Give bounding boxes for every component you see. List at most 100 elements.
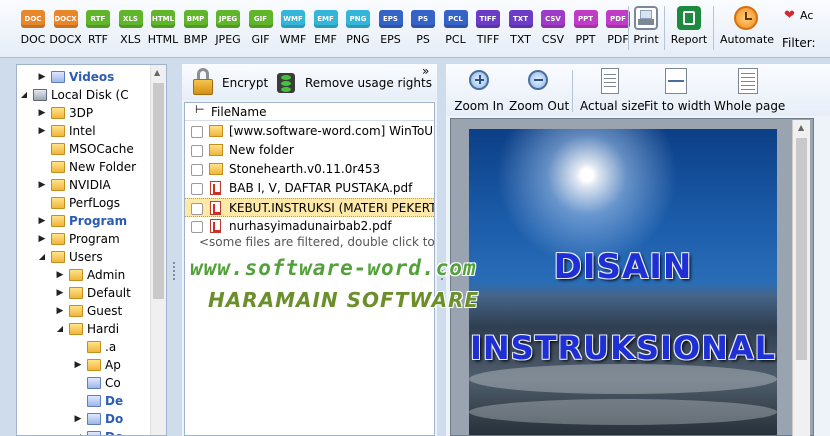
file-row[interactable]: [www.software-word.com] WinToUSB: [185, 122, 434, 141]
expand-arrow-icon[interactable]: ▶: [55, 266, 65, 284]
tree-item[interactable]: ▶ Guest: [17, 302, 166, 320]
tree-item[interactable]: New Folder: [17, 158, 166, 176]
tree-item-label: Program: [69, 232, 120, 246]
tree-scrollbar-thumb[interactable]: [153, 83, 164, 299]
preview-scrollbar-thumb[interactable]: [796, 138, 807, 360]
print-button[interactable]: Print: [632, 6, 660, 46]
fit-to-width-button[interactable]: Fit to width: [644, 68, 711, 113]
encrypt-button[interactable]: Encrypt: [190, 68, 268, 98]
document-preview[interactable]: DISAIN INSTRUKSIONAL: [450, 118, 814, 436]
scroll-up-arrow-icon[interactable]: ▲: [154, 68, 160, 77]
folder-icon: [69, 287, 83, 299]
file-row[interactable]: Stonehearth.v0.11.0r453: [185, 160, 434, 179]
tree-item[interactable]: ◢ Users: [17, 248, 166, 266]
tree-item[interactable]: ▶ NVIDIA: [17, 176, 166, 194]
whole-page-icon: [734, 68, 762, 96]
file-row[interactable]: nurhasyimadunairbab2.pdf: [185, 217, 434, 236]
tree-item[interactable]: ◢ Hardi: [17, 320, 166, 338]
filter-label: Filter:: [782, 36, 816, 50]
tree-item[interactable]: ▶ Program: [17, 212, 166, 230]
zoom-out-label: Zoom Out: [509, 99, 570, 113]
tree-item[interactable]: ▶ Ap: [17, 356, 166, 374]
remove-usage-rights-button[interactable]: Remove usage rights: [272, 68, 432, 98]
tree-item[interactable]: ▶ Do: [17, 410, 166, 428]
html-file-icon: HTML: [151, 10, 175, 28]
tree-item-label: MSOCache: [69, 142, 134, 156]
filename-header-label: FileName: [211, 105, 267, 119]
file-row[interactable]: New folder: [185, 141, 434, 160]
tree-item-label: Guest: [87, 304, 123, 318]
expand-arrow-icon[interactable]: ▶: [37, 104, 47, 122]
zoom-in-button[interactable]: Zoom In: [454, 68, 504, 113]
collapse-arrow-icon[interactable]: ◢: [55, 320, 65, 338]
tree-item[interactable]: ▶ Videos: [17, 68, 166, 86]
expand-arrow-icon[interactable]: ▶: [37, 212, 47, 230]
file-checkbox[interactable]: [191, 126, 203, 138]
format-button-pdf[interactable]: PDF PDF: [602, 10, 634, 46]
automate-label: Automate: [720, 33, 775, 46]
expand-arrow-icon[interactable]: ▶: [37, 122, 47, 140]
filename-column-header[interactable]: ⊢ FileName: [185, 103, 434, 121]
txt-file-icon: TXT: [508, 10, 533, 28]
tree-item-label: New Folder: [69, 160, 137, 174]
collapse-arrow-icon[interactable]: ◢: [73, 428, 83, 435]
tree-item[interactable]: PerfLogs: [17, 194, 166, 212]
tree-item[interactable]: ▶ Intel: [17, 122, 166, 140]
file-checkbox[interactable]: [191, 145, 203, 157]
expand-arrow-icon[interactable]: ▶: [37, 68, 47, 86]
zoom-out-button[interactable]: Zoom Out: [509, 68, 570, 113]
tiff-file-icon: TIFF: [476, 10, 500, 28]
collapse-arrow-icon[interactable]: ◢: [37, 248, 47, 266]
folder-icon: [87, 377, 101, 389]
filtered-files-note[interactable]: <some files are filtered, double click t…: [199, 235, 434, 249]
document-title-line-2: INSTRUKSIONAL: [469, 329, 777, 367]
tree-item[interactable]: MSOCache: [17, 140, 166, 158]
file-checkbox[interactable]: [191, 221, 203, 233]
collapse-arrow-icon[interactable]: ◢: [19, 86, 29, 104]
file-row[interactable]: KEBUT.INSTRUKSI (MATERI PEKERTI: [185, 198, 434, 217]
left-splitter[interactable]: [172, 260, 176, 282]
folder-icon: [69, 269, 83, 281]
tree-item[interactable]: De: [17, 392, 166, 410]
file-checkbox[interactable]: [191, 203, 203, 215]
page-icon: [596, 68, 624, 96]
jpeg-file-icon: JPEG: [216, 10, 240, 28]
tree-item[interactable]: ◢ Local Disk (C: [17, 86, 166, 104]
tree-item[interactable]: ▶ Program: [17, 230, 166, 248]
folder-icon: [51, 233, 65, 245]
folder-icon: [51, 107, 65, 119]
tree-item[interactable]: ▶ Admin: [17, 266, 166, 284]
tree-item[interactable]: .a: [17, 338, 166, 356]
file-name: Stonehearth.v0.11.0r453: [229, 162, 381, 176]
report-button[interactable]: Report: [670, 6, 708, 46]
tree-item-label: Hardi: [87, 322, 120, 336]
scroll-up-arrow-icon[interactable]: ▲: [798, 123, 804, 132]
watermark-url: www.software-word.com: [190, 256, 477, 280]
tree-item[interactable]: ▶ Default: [17, 284, 166, 302]
more-chevron-icon[interactable]: »: [422, 64, 429, 78]
expand-arrow-icon[interactable]: ▶: [37, 176, 47, 194]
heart-icon: ❤: [784, 8, 795, 23]
expand-arrow-icon[interactable]: ▶: [37, 230, 47, 248]
tree-item[interactable]: Co: [17, 374, 166, 392]
folder-tree[interactable]: ▶ Videos ◢ Local Disk (C ▶ 3DP ▶ Intel MSOCache N…: [16, 64, 167, 436]
expand-arrow-icon[interactable]: ▶: [55, 284, 65, 302]
tree-scrollbar[interactable]: ▲: [150, 65, 166, 435]
file-checkbox[interactable]: [191, 164, 203, 176]
expand-arrow-icon[interactable]: ▶: [73, 356, 83, 374]
file-checkbox[interactable]: [191, 183, 203, 195]
tree-item[interactable]: ◢ Do: [17, 428, 166, 435]
tree-item-label: Do: [105, 412, 124, 426]
expand-arrow-icon[interactable]: ▶: [55, 302, 65, 320]
preview-scrollbar[interactable]: ▲: [792, 120, 810, 436]
whole-page-label: Whole page: [714, 99, 786, 113]
whole-page-button[interactable]: Whole page: [714, 68, 786, 113]
actual-size-button[interactable]: Actual size: [580, 68, 645, 113]
file-row[interactable]: BAB I, V, DAFTAR PUSTAKA.pdf: [185, 179, 434, 198]
automate-button[interactable]: Automate: [720, 6, 775, 46]
folder-icon: [51, 197, 65, 209]
folder-icon: [87, 341, 101, 353]
tree-item-label: Program: [69, 214, 128, 228]
tree-item[interactable]: ▶ 3DP: [17, 104, 166, 122]
expand-arrow-icon[interactable]: ▶: [73, 410, 83, 428]
